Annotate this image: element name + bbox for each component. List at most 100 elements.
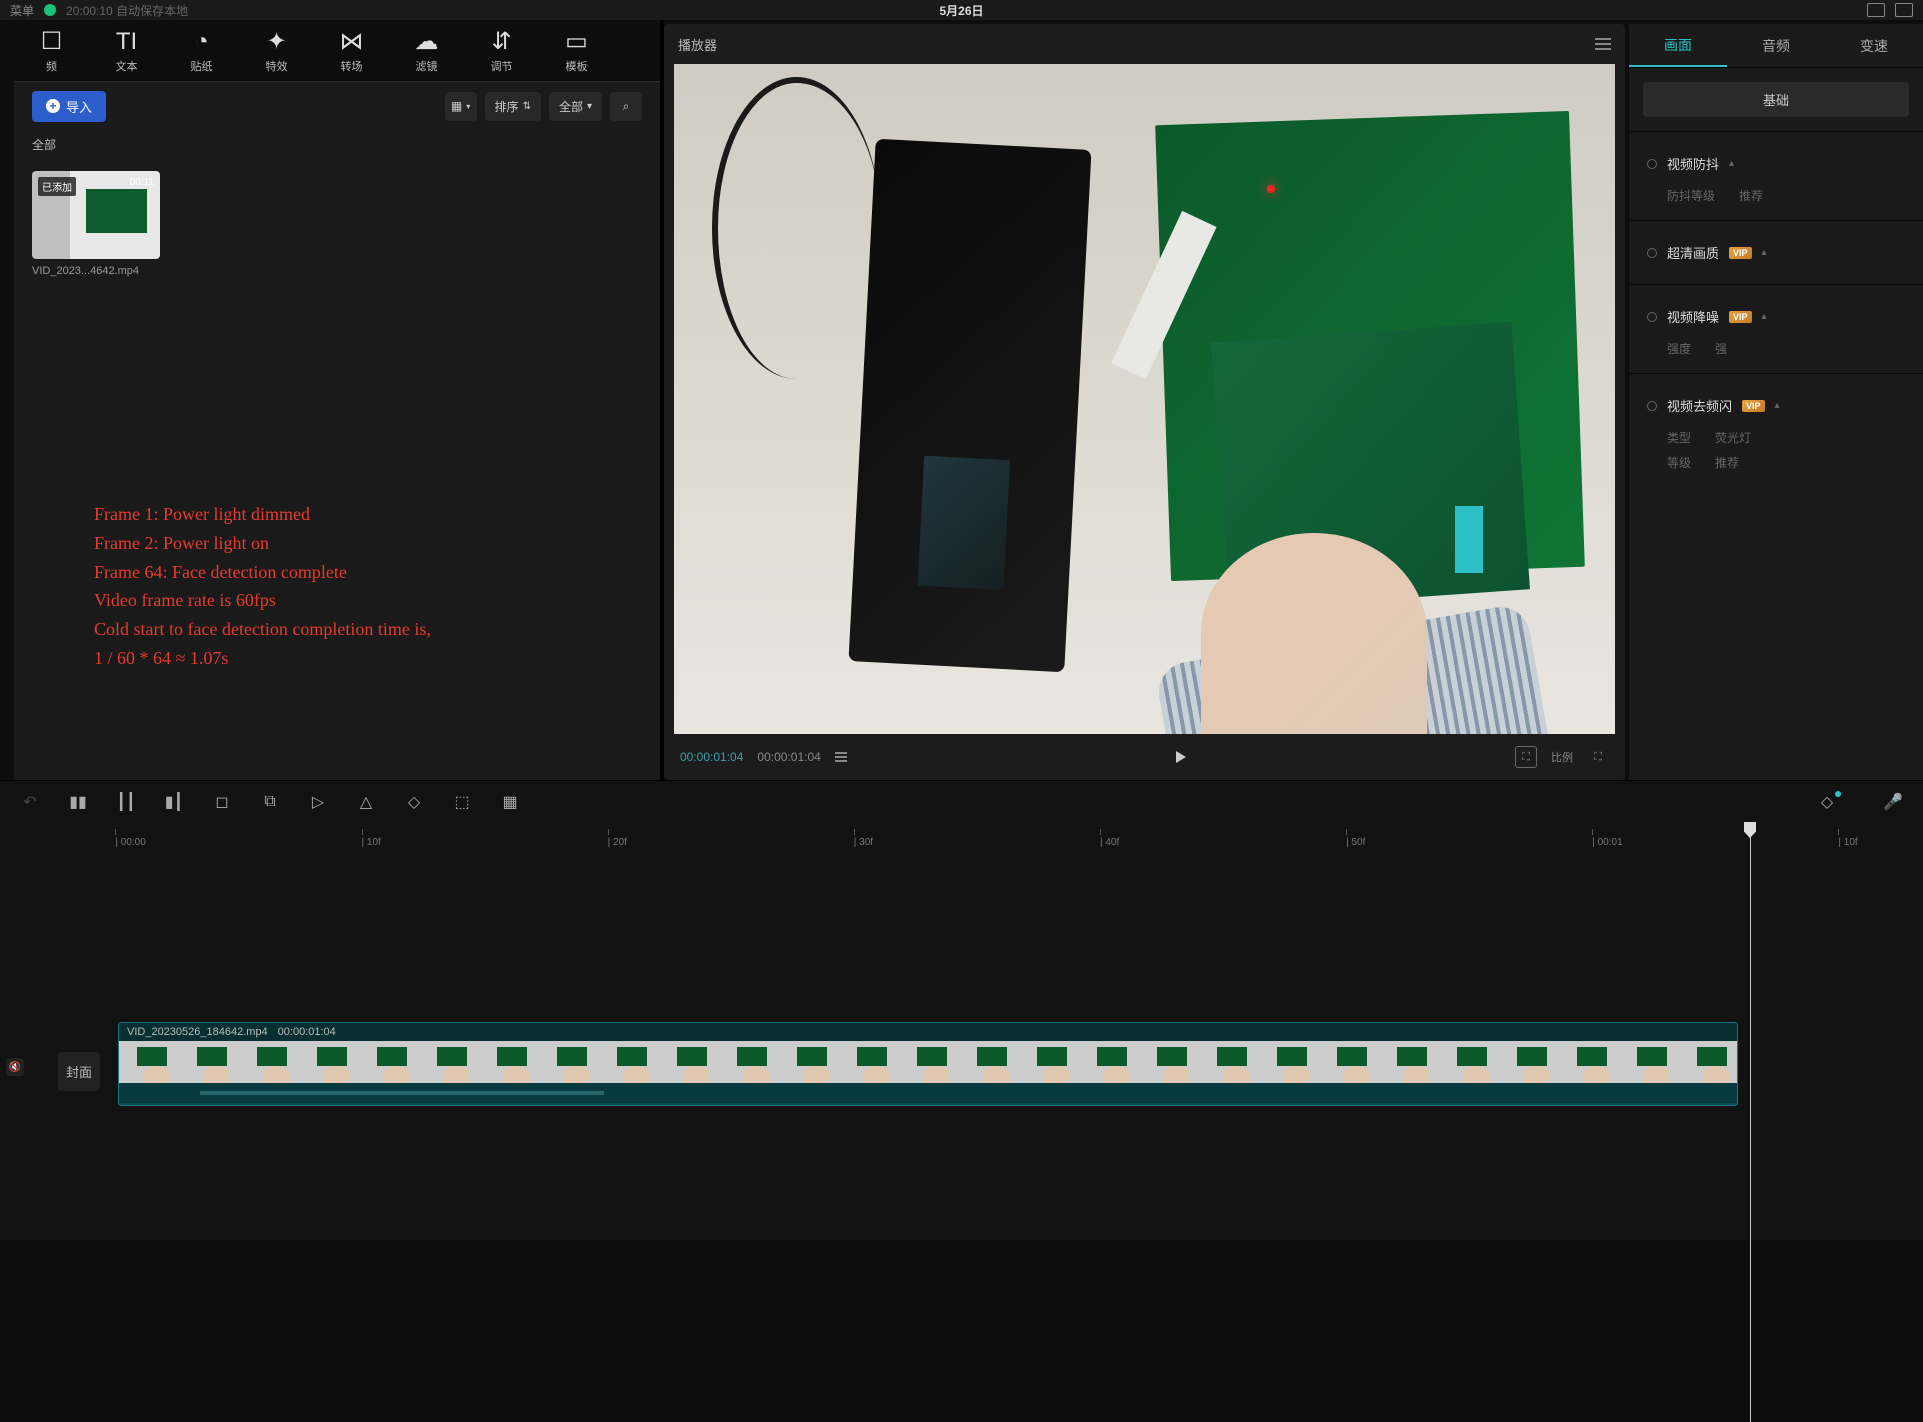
clip-header: VID_20230526_184642.mp4 00:00:01:04 bbox=[119, 1023, 1737, 1041]
subtab-basic[interactable]: 基础 bbox=[1643, 82, 1909, 117]
thumb-image: 已添加 00:11 bbox=[32, 171, 160, 259]
collapse-icon[interactable]: ▴ bbox=[1762, 247, 1767, 258]
sort-button[interactable]: 排序 ⇅ bbox=[485, 92, 541, 121]
toggle-icon[interactable] bbox=[1647, 159, 1657, 169]
save-time: 20:00:10 bbox=[66, 4, 113, 18]
tool-icon: ⇵ bbox=[491, 27, 511, 56]
collapse-icon[interactable]: ▴ bbox=[1775, 400, 1780, 411]
tl-tool-3[interactable]: ▮┃ bbox=[164, 792, 184, 812]
props-tab-0[interactable]: 画面 bbox=[1629, 24, 1727, 67]
preview-wrap bbox=[664, 64, 1625, 734]
ruler-tick: | 10f bbox=[1838, 837, 1857, 848]
playhead[interactable] bbox=[1750, 822, 1751, 1422]
tl-tool-r-1[interactable]: 🎤 bbox=[1883, 792, 1903, 812]
tool-5[interactable]: ☁滤镜 bbox=[389, 21, 464, 81]
vip-badge: VIP bbox=[1729, 247, 1752, 259]
layout-icon-1[interactable] bbox=[1867, 3, 1885, 17]
tool-7[interactable]: ▭模板 bbox=[539, 21, 614, 81]
tl-tool-10[interactable]: ▦ bbox=[500, 792, 520, 812]
filter-button[interactable]: 全部 ▾ bbox=[549, 92, 602, 121]
tl-tool-6[interactable]: ▷ bbox=[308, 792, 328, 812]
tool-0[interactable]: ☐频 bbox=[14, 21, 89, 81]
toggle-icon[interactable] bbox=[1647, 312, 1657, 322]
prop-sub: 等级推荐 bbox=[1647, 446, 1905, 471]
clip-thumb bbox=[719, 1041, 779, 1083]
tool-label: 贴纸 bbox=[191, 58, 213, 74]
search-button[interactable]: ⌕ bbox=[610, 92, 642, 121]
clip-thumb bbox=[839, 1041, 899, 1083]
ruler-tick: | 00:01 bbox=[1592, 837, 1622, 848]
props-tabs: 画面音频变速 bbox=[1629, 24, 1923, 68]
clip-thumb bbox=[899, 1041, 959, 1083]
tool-3[interactable]: ✦特效 bbox=[239, 21, 314, 81]
tool-4[interactable]: ⋈转场 bbox=[314, 21, 389, 81]
list-icon[interactable] bbox=[835, 752, 847, 762]
video-preview[interactable] bbox=[674, 64, 1615, 734]
cover-button[interactable]: 封面 bbox=[58, 1052, 100, 1091]
timeline-tracks[interactable]: 🔇 封面 VID_20230526_184642.mp4 00:00:01:04 bbox=[0, 852, 1923, 1240]
player-menu-icon[interactable] bbox=[1595, 38, 1611, 50]
media-item[interactable]: 已添加00:11VID_2023...4642.mp4 bbox=[32, 171, 160, 277]
tool-6[interactable]: ⇵调节 bbox=[464, 21, 539, 81]
toggle-icon[interactable] bbox=[1647, 401, 1657, 411]
category-all[interactable]: 全部 bbox=[14, 130, 660, 159]
timeline-toolbar: ↶ ▮▮ ┃┃ ▮┃ ◻ ⧉ ▷ △ ◇ ⬚ ▦ ◇ 🎤 bbox=[0, 780, 1923, 822]
video-clip[interactable]: VID_20230526_184642.mp4 00:00:01:04 bbox=[118, 1022, 1738, 1106]
tl-tool-5[interactable]: ⧉ bbox=[260, 793, 280, 811]
toggle-icon[interactable] bbox=[1647, 248, 1657, 258]
tl-tool-4[interactable]: ◻ bbox=[212, 792, 232, 812]
clip-thumb bbox=[1019, 1041, 1079, 1083]
timeline: ↶ ▮▮ ┃┃ ▮┃ ◻ ⧉ ▷ △ ◇ ⬚ ▦ ◇ 🎤 | 00:00 | 10f | 20f | 30f… bbox=[0, 780, 1923, 1240]
collapse-icon[interactable]: ▴ bbox=[1729, 158, 1734, 169]
saved-check-icon bbox=[44, 4, 56, 16]
ruler-tick: | 00:00 bbox=[115, 837, 145, 848]
scan-icon[interactable]: ⛶ bbox=[1515, 746, 1537, 768]
mute-icon[interactable]: 🔇 bbox=[6, 1058, 24, 1076]
media-panel: ☐频TI文本◔贴纸✦特效⋈转场☁滤镜⇵调节▭模板 + 导入 ▦▾ 排序 ⇅ 全部… bbox=[14, 20, 664, 780]
vip-badge: VIP bbox=[1729, 311, 1752, 323]
prop-sub: 类型荧光灯 bbox=[1647, 421, 1905, 446]
view-toggle[interactable]: ▦▾ bbox=[445, 92, 477, 121]
tool-2[interactable]: ◔贴纸 bbox=[164, 21, 239, 81]
prop-label: 视频降噪 bbox=[1667, 307, 1719, 326]
tl-tool-1[interactable]: ▮▮ bbox=[68, 792, 88, 812]
props-tab-1[interactable]: 音频 bbox=[1727, 24, 1825, 67]
time-current: 00:00:01:04 bbox=[680, 750, 743, 764]
tool-icon: ☁ bbox=[415, 27, 439, 56]
main-layout: ☐频TI文本◔贴纸✦特效⋈转场☁滤镜⇵调节▭模板 + 导入 ▦▾ 排序 ⇅ 全部… bbox=[0, 20, 1923, 780]
prop-sub: 防抖等级推荐 bbox=[1647, 179, 1905, 204]
clip-thumb bbox=[479, 1041, 539, 1083]
clip-thumb bbox=[539, 1041, 599, 1083]
clip-thumb bbox=[239, 1041, 299, 1083]
clip-thumb bbox=[1079, 1041, 1139, 1083]
vip-badge: VIP bbox=[1742, 400, 1765, 412]
layout-icon-2[interactable] bbox=[1895, 3, 1913, 17]
prop-sub: 强度强 bbox=[1647, 332, 1905, 357]
media-thumbs: 已添加00:11VID_2023...4642.mp4 bbox=[14, 159, 660, 289]
import-button[interactable]: + 导入 bbox=[32, 91, 106, 122]
tl-tool-8[interactable]: ◇ bbox=[404, 792, 424, 812]
props-tab-2[interactable]: 变速 bbox=[1825, 24, 1923, 67]
prop-label: 视频去频闪 bbox=[1667, 396, 1732, 415]
tool-1[interactable]: TI文本 bbox=[89, 21, 164, 81]
ruler-tick: | 30f bbox=[854, 837, 873, 848]
tl-tool-0[interactable]: ↶ bbox=[20, 792, 40, 812]
tl-tool-2[interactable]: ┃┃ bbox=[116, 792, 136, 812]
tool-icon: TI bbox=[116, 28, 137, 56]
player-header: 播放器 bbox=[664, 24, 1625, 64]
play-button[interactable] bbox=[1176, 751, 1186, 763]
project-title: 5月26日 bbox=[939, 2, 983, 19]
tl-tool-7[interactable]: △ bbox=[356, 792, 376, 812]
clip-thumb bbox=[599, 1041, 659, 1083]
fullscreen-icon[interactable]: ⛶ bbox=[1587, 746, 1609, 768]
tl-tool-r-0[interactable]: ◇ bbox=[1817, 792, 1837, 812]
ratio-button[interactable]: 比例 bbox=[1551, 746, 1573, 768]
tl-tool-9[interactable]: ⬚ bbox=[452, 792, 472, 812]
menu-label[interactable]: 菜单 bbox=[10, 2, 34, 19]
duration-badge: 00:11 bbox=[130, 177, 154, 188]
preview-scene bbox=[674, 64, 1615, 734]
timeline-ruler[interactable]: | 00:00| 10f| 20f| 30f| 40f| 50f| 00:01|… bbox=[0, 822, 1923, 852]
added-badge: 已添加 bbox=[38, 177, 76, 196]
collapse-icon[interactable]: ▴ bbox=[1762, 311, 1767, 322]
ruler-tick: | 20f bbox=[608, 837, 627, 848]
